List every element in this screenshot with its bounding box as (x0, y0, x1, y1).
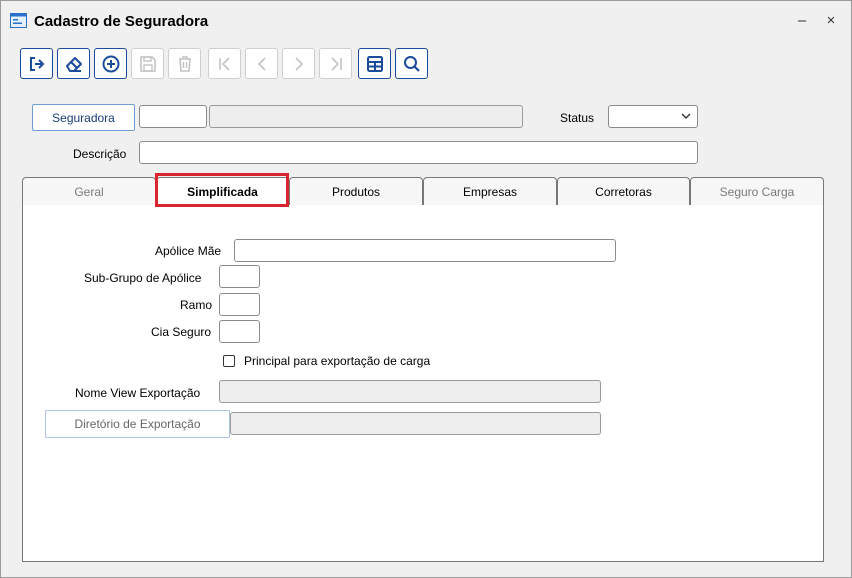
cia-seguro-input[interactable] (219, 320, 260, 343)
close-button[interactable]: × (821, 11, 841, 31)
nome-view-label: Nome View Exportação (75, 386, 201, 400)
first-record-icon (218, 56, 230, 71)
principal-checkbox[interactable] (223, 355, 235, 367)
seguradora-button[interactable]: Seguradora (32, 104, 135, 131)
diretorio-exportacao-button[interactable]: Diretório de Exportação (45, 410, 230, 438)
clear-button[interactable] (57, 48, 90, 79)
save-button[interactable] (131, 48, 164, 79)
diretorio-exportacao-field (230, 412, 601, 435)
last-record-button[interactable] (319, 48, 352, 79)
previous-record-button[interactable] (245, 48, 278, 79)
add-icon (102, 55, 119, 72)
seguradora-name-field (209, 105, 523, 128)
form-icon (10, 13, 27, 28)
window: Cadastro de Seguradora – × Seguradora St… (0, 0, 852, 578)
subgrupo-input[interactable] (219, 265, 260, 288)
table-icon (366, 55, 383, 72)
minimize-button[interactable]: – (792, 11, 812, 31)
subgrupo-label: Sub-Grupo de Apólice (84, 271, 202, 285)
add-button[interactable] (94, 48, 127, 79)
next-record-icon (294, 56, 303, 71)
search-icon (403, 55, 420, 72)
exit-icon (29, 56, 44, 71)
tab-seguro-carga[interactable]: Seguro Carga (690, 177, 824, 205)
first-record-button[interactable] (208, 48, 241, 79)
status-select[interactable] (608, 105, 698, 128)
status-label: Status (560, 111, 595, 125)
cia-seguro-label: Cia Seguro (151, 325, 212, 339)
ramo-input[interactable] (219, 293, 260, 316)
previous-record-icon (257, 56, 266, 71)
ramo-label: Ramo (180, 298, 213, 312)
tab-geral[interactable]: Geral (22, 177, 156, 205)
save-icon (139, 55, 156, 72)
apolice-mae-label: Apólice Mãe (155, 244, 222, 258)
seguradora-code-input[interactable] (139, 105, 207, 128)
exit-button[interactable] (20, 48, 53, 79)
delete-button[interactable] (168, 48, 201, 79)
principal-checkbox-label: Principal para exportação de carga (244, 354, 431, 368)
last-record-icon (330, 56, 342, 71)
trash-icon (178, 55, 191, 72)
nome-view-field (219, 380, 601, 403)
title-bar: Cadastro de Seguradora – × (1, 1, 851, 41)
window-title: Cadastro de Seguradora (34, 13, 209, 30)
chevron-down-icon (681, 113, 691, 119)
next-record-button[interactable] (282, 48, 315, 79)
search-button[interactable] (395, 48, 428, 79)
tab-simplificada[interactable]: Simplificada (156, 177, 289, 206)
apolice-mae-input[interactable] (234, 239, 616, 262)
descricao-label: Descrição (73, 147, 127, 161)
tab-empresas[interactable]: Empresas (423, 177, 557, 205)
grid-view-button[interactable] (358, 48, 391, 79)
eraser-icon (65, 56, 82, 72)
descricao-input[interactable] (139, 141, 698, 164)
tab-produtos[interactable]: Produtos (289, 177, 423, 205)
tab-corretoras[interactable]: Corretoras (557, 177, 690, 205)
